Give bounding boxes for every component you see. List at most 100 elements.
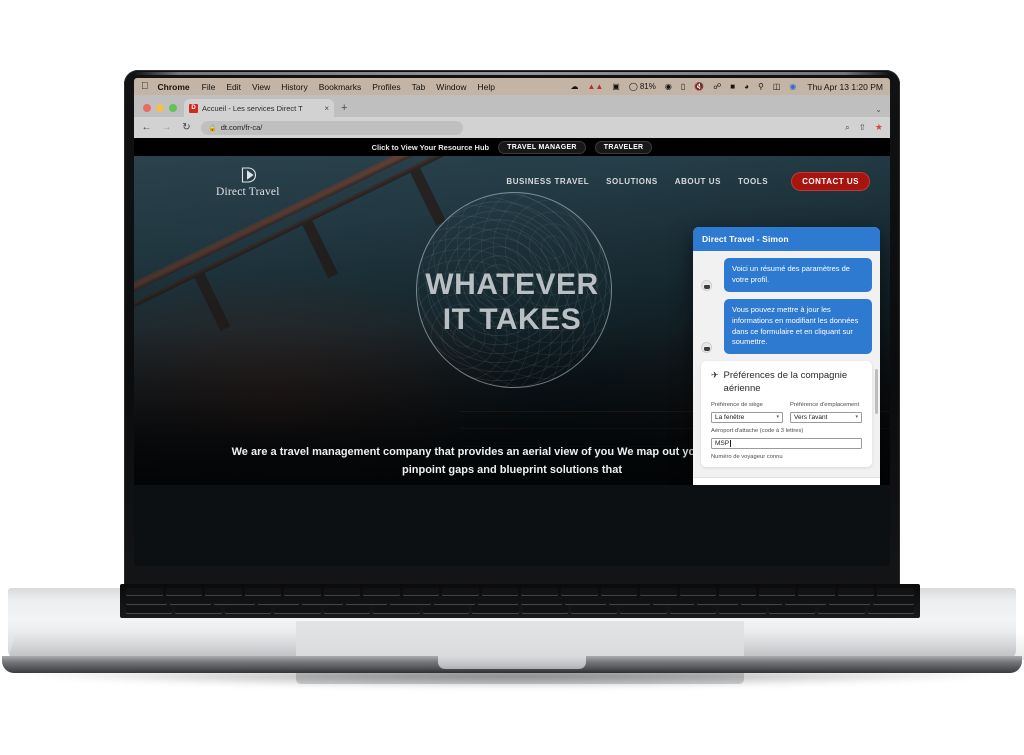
share-icon[interactable]: ⇧	[859, 122, 866, 133]
chat-bubble-bot: Voici un résumé des paramètres de votre …	[724, 258, 872, 292]
site-main-nav: Direct Travel BUSINESS TRAVEL SOLUTIONS …	[134, 156, 890, 206]
new-tab-button[interactable]: +	[334, 102, 354, 117]
direct-travel-logo-icon	[238, 165, 258, 185]
window-close-button[interactable]	[143, 104, 151, 112]
send-icon[interactable]: ➤	[863, 485, 871, 486]
hero-body-line-1: We are a travel management company that …	[231, 446, 615, 458]
apple-icon[interactable]: 	[141, 81, 149, 92]
lock-icon: 🔒	[208, 124, 217, 132]
airline-preferences-form: ✈ Préférences de la compagnie aérienne P…	[701, 361, 872, 468]
menubar-item-view[interactable]: View	[252, 82, 270, 92]
window-zoom-button[interactable]	[169, 104, 177, 112]
laptop-lid-notch	[438, 656, 586, 669]
menubar-item-history[interactable]: History	[281, 82, 307, 92]
browser-tab-active[interactable]: D Accueil - Les services Direct T ×	[184, 99, 334, 117]
lid-top-highlight	[134, 72, 890, 75]
display-icon[interactable]: ▯	[681, 82, 685, 91]
chat-message-list: Voici un résumé des paramètres de votre …	[693, 251, 880, 477]
window-traffic-lights	[140, 104, 184, 117]
travel-manager-button[interactable]: TRAVEL MANAGER	[498, 140, 586, 154]
menubar-item-tab[interactable]: Tab	[412, 82, 426, 92]
seat-preference-group: Préférence de siège La fenêtre ▾	[711, 402, 783, 423]
nav-link-solutions[interactable]: SOLUTIONS	[606, 177, 658, 186]
macos-menubar:  Chrome File Edit View History Bookmark…	[134, 78, 890, 95]
location-preference-group: Préférence d'emplacement Vers l'avant ▾	[790, 402, 862, 423]
browser-toolbar: ← → ↻ 🔒 dt.com/fr-ca/ ⌕ ⇧ ★	[134, 117, 890, 138]
tab-strip: D Accueil - Les services Direct T × + ⌄	[134, 95, 890, 117]
laptop-base	[0, 584, 1024, 708]
brand-logo[interactable]: Direct Travel	[216, 165, 280, 198]
traveler-button[interactable]: TRAVELER	[594, 140, 653, 154]
screen-share-icon[interactable]: ◫	[773, 82, 781, 91]
form-title: Préférences de la compagnie aérienne	[723, 370, 848, 394]
bluetooth-icon[interactable]: ☍	[713, 82, 721, 91]
laptop-base-body	[8, 584, 1024, 684]
chrome-browser-chrome: D Accueil - Les services Direct T × + ⌄ …	[134, 95, 890, 138]
screenshot-icon[interactable]: ▣	[612, 82, 620, 91]
laptop-lid:  Chrome File Edit View History Bookmark…	[124, 70, 900, 590]
control-center-icon[interactable]: ◉	[789, 82, 796, 91]
chat-message-row: Vous pouvez mettre à jour les informatio…	[701, 298, 872, 355]
menubar-item-help[interactable]: Help	[478, 82, 495, 92]
window-minimize-button[interactable]	[156, 104, 164, 112]
laptop-mockup-scene:  Chrome File Edit View History Bookmark…	[0, 0, 1024, 755]
menubar-item-file[interactable]: File	[202, 82, 216, 92]
menubar-item-bookmarks[interactable]: Bookmarks	[319, 82, 362, 92]
contact-us-button[interactable]: CONTACT US	[791, 171, 870, 191]
location-preference-value: Vers l'avant	[794, 413, 828, 421]
tab-favicon-icon: D	[189, 103, 198, 113]
seat-preference-label: Préférence de siège	[711, 401, 763, 408]
volume-mute-icon[interactable]: 🔇	[694, 82, 704, 91]
laptop-screen:  Chrome File Edit View History Bookmark…	[134, 78, 890, 566]
nav-link-tools[interactable]: TOOLS	[738, 177, 768, 186]
wifi-icon[interactable]: ◕	[744, 82, 749, 91]
home-airport-input[interactable]: MSP	[711, 437, 862, 449]
bot-avatar-icon	[701, 279, 712, 291]
battery-percent-label: 81%	[639, 82, 656, 91]
chevron-down-icon: ▾	[855, 414, 858, 421]
address-bar-url: dt.com/fr-ca/	[220, 123, 263, 132]
chat-scrollbar[interactable]	[875, 369, 878, 414]
tab-close-icon[interactable]: ×	[324, 104, 329, 113]
keyboard	[120, 584, 920, 618]
battery-percent-icon[interactable]: ◯ 81%	[629, 82, 656, 91]
keyboard-row	[126, 597, 914, 604]
chevron-down-icon: ▾	[776, 414, 779, 421]
notification-icon[interactable]: ▲▲	[587, 82, 603, 91]
bookmark-star-icon[interactable]: ★	[875, 122, 883, 133]
spotlight-search-icon[interactable]: ⚲	[758, 82, 764, 91]
airplane-icon: ✈	[711, 370, 719, 381]
website-viewport: Click to View Your Resource Hub TRAVEL M…	[134, 138, 890, 485]
chat-widget: Direct Travel - Simon Voici un résumé de…	[693, 227, 880, 485]
form-title-row: ✈ Préférences de la compagnie aérienne	[711, 370, 862, 395]
zoom-icon[interactable]: ⌕	[845, 122, 850, 133]
bot-avatar-icon	[701, 342, 712, 354]
site-utility-bar: Click to View Your Resource Hub TRAVEL M…	[134, 138, 890, 156]
tab-title: Accueil - Les services Direct T	[202, 103, 303, 113]
seat-preference-select[interactable]: La fenêtre ▾	[711, 411, 783, 423]
reload-button[interactable]: ↻	[181, 122, 192, 133]
location-preference-select[interactable]: Vers l'avant ▾	[790, 411, 862, 423]
tab-search-chevron-icon[interactable]: ⌄	[875, 105, 882, 114]
forward-button[interactable]: →	[161, 122, 172, 133]
address-bar[interactable]: 🔒 dt.com/fr-ca/	[201, 120, 463, 135]
battery-icon[interactable]: ■	[730, 82, 735, 91]
timemachine-icon[interactable]: ◉	[665, 82, 672, 91]
brand-name: Direct Travel	[216, 185, 280, 198]
nav-link-business-travel[interactable]: BUSINESS TRAVEL	[506, 177, 589, 186]
back-button[interactable]: ←	[141, 122, 152, 133]
nav-links: BUSINESS TRAVEL SOLUTIONS ABOUT US TOOLS…	[506, 171, 870, 191]
laptop-drop-shadow	[20, 672, 1004, 688]
nav-link-about-us[interactable]: ABOUT US	[675, 177, 721, 186]
menubar-item-profiles[interactable]: Profiles	[372, 82, 400, 92]
home-airport-label: Aéroport d'attache (code à 3 lettres)	[711, 427, 804, 434]
menubar-clock[interactable]: Thu Apr 13 1:20 PM	[807, 82, 883, 92]
menubar-item-chrome[interactable]: Chrome	[158, 82, 190, 92]
menubar-item-window[interactable]: Window	[436, 82, 466, 92]
menubar-item-edit[interactable]: Edit	[226, 82, 241, 92]
keyboard-row	[126, 606, 914, 613]
dropbox-icon[interactable]: ☁	[570, 82, 578, 91]
chat-reply-bar: Write a reply ➤	[693, 477, 880, 485]
chat-bubble-bot: Vous pouvez mettre à jour les informatio…	[724, 298, 872, 355]
known-traveler-label: Numéro de voyageur connu	[711, 453, 783, 460]
